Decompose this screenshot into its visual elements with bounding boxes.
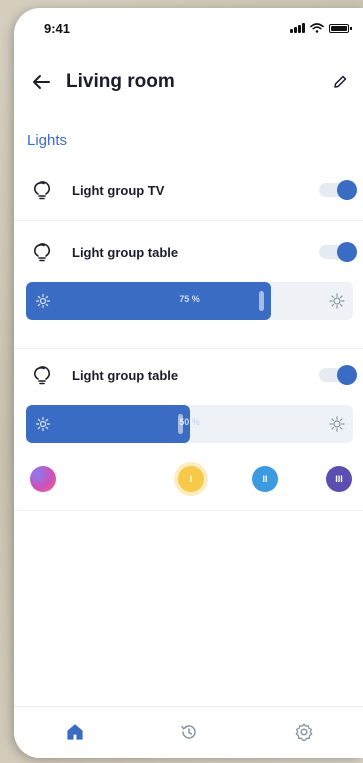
arrow-left-icon: [33, 75, 50, 89]
scene-row: I II III: [14, 466, 363, 498]
signal-icon: [290, 23, 305, 33]
home-icon: [67, 724, 83, 740]
header: Living room: [14, 62, 363, 102]
sun-large-icon: [329, 416, 345, 432]
back-button[interactable]: [30, 71, 52, 93]
scene-I-button[interactable]: I: [178, 466, 204, 492]
scene-gradient-button[interactable]: [30, 466, 56, 492]
settings-icon: [295, 723, 313, 742]
divider: [14, 348, 363, 349]
page-title: Living room: [66, 71, 175, 92]
bulb-icon: [30, 363, 54, 387]
status-icons: [290, 23, 352, 33]
edit-button[interactable]: [329, 71, 351, 93]
light-group-row[interactable]: Light group table: [14, 230, 363, 274]
brightness-slider[interactable]: 50 %: [26, 405, 353, 443]
light-group-toggle[interactable]: [319, 242, 357, 262]
section-title-lights: Lights: [27, 132, 68, 149]
brightness-slider-fill: [26, 282, 272, 320]
pencil-icon: [334, 75, 347, 88]
bulb-icon: [30, 240, 54, 264]
tab-settings[interactable]: [293, 721, 315, 743]
sun-small-icon: [35, 416, 51, 432]
light-group-label: Light group table: [72, 367, 179, 383]
status-bar: 9:41: [14, 8, 363, 48]
wifi-icon: [310, 23, 324, 33]
status-time: 9:41: [44, 20, 71, 36]
light-group-row[interactable]: Light group TV: [14, 168, 363, 212]
scene-III-button[interactable]: III: [326, 466, 352, 492]
brightness-slider-handle[interactable]: [177, 414, 183, 434]
light-group-row[interactable]: Light group table: [14, 353, 363, 397]
bulb-icon: [30, 178, 54, 202]
phone-screen: 9:41 Living room Lights Light group TV L…: [14, 8, 363, 758]
sun-small-icon: [35, 293, 51, 309]
light-group-toggle[interactable]: [319, 365, 357, 385]
light-group-label: Light group table: [72, 244, 179, 260]
tab-home[interactable]: [64, 721, 86, 743]
divider: [14, 510, 363, 511]
history-icon: [181, 725, 196, 739]
divider: [14, 220, 363, 221]
scene-II-button[interactable]: II: [252, 466, 278, 492]
brightness-slider[interactable]: 75 %: [26, 282, 353, 320]
battery-icon: [329, 23, 352, 33]
tab-history[interactable]: [178, 721, 200, 743]
light-group-label: Light group TV: [72, 182, 165, 198]
brightness-slider-handle[interactable]: [259, 291, 265, 311]
brightness-value: 75 %: [179, 294, 200, 304]
sun-large-icon: [329, 293, 345, 309]
bottom-tab-bar: [14, 706, 363, 758]
light-group-toggle[interactable]: [319, 180, 357, 200]
